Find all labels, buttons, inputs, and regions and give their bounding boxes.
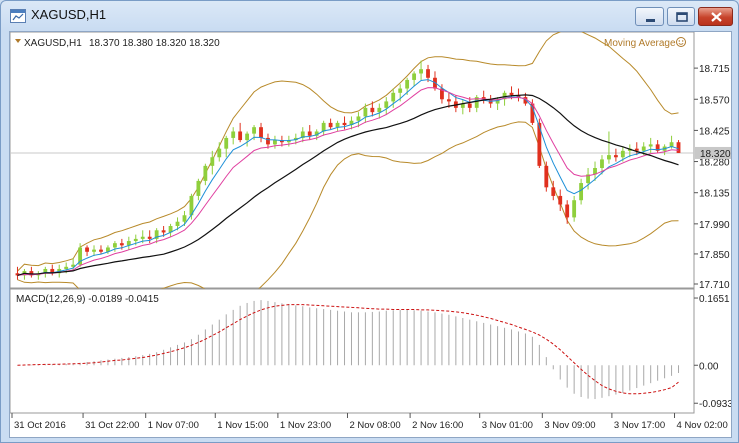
symbol-header: XAGUSD,H1 (24, 38, 82, 49)
candle-body (356, 116, 361, 121)
candle-body (203, 165, 208, 181)
price-tick-label: 17.710 (699, 280, 730, 291)
moving-average-label: Moving Average (604, 38, 676, 49)
close-button[interactable] (698, 7, 733, 26)
candle-body (175, 221, 180, 226)
terminal-window: XAGUSD,H1 Moving Average XAGUSD,H1 18.37… (0, 0, 739, 443)
chart-area[interactable]: Moving Average XAGUSD,H1 18.370 18.380 1… (9, 31, 732, 438)
candle-body (572, 200, 577, 218)
time-axis: 31 Oct 2016 31 Oct 22:00 1 Nov 07:00 1 Nov … (11, 413, 728, 431)
candle-body (398, 88, 403, 93)
candle-body (182, 215, 187, 222)
macd-label: MACD(12,26,9) -0.0189 -0.0415 (16, 294, 159, 305)
candle-body (419, 69, 423, 74)
candle-body (147, 236, 152, 239)
time-tick-label: 4 Nov 02:00 (677, 420, 728, 431)
candle-body (259, 127, 263, 138)
time-tick-label: 1 Nov 07:00 (148, 420, 199, 431)
candle-body (565, 204, 570, 218)
price-tick-label: 18.135 (699, 189, 730, 200)
candle-body (112, 243, 117, 248)
candle-body (377, 107, 382, 113)
candle-body (238, 131, 243, 141)
time-tick-label: 2 Nov 08:00 (349, 420, 400, 431)
candle-body (335, 122, 340, 128)
candle-body (405, 79, 410, 89)
macd-axis: 0.1651 0.00 -0.0933 (694, 294, 731, 410)
candle-body (579, 183, 584, 201)
time-tick-label: 3 Nov 09:00 (544, 420, 595, 431)
candle-body (252, 127, 256, 134)
chart-header: XAGUSD,H1 18.370 18.380 18.320 18.320 (15, 38, 220, 49)
candle-body (210, 157, 215, 166)
current-price-label: 18.320 (700, 149, 731, 160)
price-tick-label: 18.570 (699, 95, 730, 106)
candle (544, 161, 549, 192)
macd-tick-label: 0.1651 (699, 294, 730, 305)
minimize-button[interactable] (635, 7, 664, 26)
candle-body (412, 73, 417, 80)
window-title: XAGUSD,H1 (31, 7, 107, 22)
time-tick-label: 3 Nov 17:00 (614, 420, 665, 431)
candle-body (607, 155, 611, 160)
candle-body (328, 122, 333, 128)
candle-body (64, 266, 69, 269)
candle-body (161, 230, 166, 233)
candle-body (384, 101, 389, 108)
candle-body (467, 103, 472, 108)
indicator-label: Moving Average (604, 37, 686, 49)
candle-body (509, 92, 514, 95)
price-pane: Moving Average XAGUSD,H1 18.370 18.380 1… (10, 32, 695, 301)
candle-body (342, 122, 347, 126)
candle-body (217, 148, 222, 158)
candle-body (273, 140, 277, 145)
price-tick-label: 18.715 (699, 64, 730, 75)
candle-body (133, 238, 138, 242)
candle-body (551, 187, 556, 196)
candle-body (391, 92, 396, 102)
time-tick-label: 31 Oct 22:00 (85, 420, 139, 431)
candle-body (307, 131, 312, 136)
candle-body (140, 236, 145, 239)
candle-body (231, 131, 236, 138)
time-tick-label: 1 Nov 23:00 (280, 420, 331, 431)
macd-tick-label: 0.00 (699, 361, 719, 372)
ohlc-header: 18.370 18.380 18.320 18.320 (89, 38, 220, 49)
candle-body (426, 69, 430, 78)
macd-pane: MACD(12,26,9) -0.0189 -0.0415 (10, 288, 695, 414)
candle-body (613, 155, 618, 158)
candle-body (363, 107, 368, 117)
price-axis: 18.71518.57018.42518.28018.13517.99017.8… (694, 64, 730, 291)
candle-body (669, 142, 674, 147)
candle-body (600, 159, 604, 168)
chart-window-icon (10, 9, 26, 23)
price-tick-label: 17.850 (699, 250, 730, 261)
time-tick-label: 1 Nov 15:00 (217, 420, 268, 431)
maximize-button[interactable] (667, 7, 695, 26)
macd-tick-label: -0.0933 (699, 399, 731, 410)
candle-body (196, 180, 201, 196)
candle-body (446, 99, 451, 102)
candle-body (224, 137, 229, 149)
candle-body (85, 247, 89, 252)
candle-body (620, 150, 625, 158)
candle-body (544, 165, 549, 188)
candle-body (370, 107, 375, 113)
candle-body (676, 142, 681, 153)
price-tick-label: 18.425 (699, 126, 730, 137)
time-tick-label: 2 Nov 16:00 (412, 420, 463, 431)
candle-body (648, 144, 653, 147)
candle-body (245, 133, 250, 141)
candle-body (92, 249, 96, 252)
candle-body (558, 195, 563, 205)
time-tick-label: 31 Oct 2016 (14, 420, 66, 431)
title-bar[interactable]: XAGUSD,H1 (1, 1, 738, 31)
time-tick-label: 3 Nov 01:00 (482, 420, 533, 431)
candle-body (99, 249, 103, 252)
candle-body (119, 243, 124, 246)
price-tick-label: 17.990 (699, 220, 730, 231)
candle-body (641, 146, 646, 151)
